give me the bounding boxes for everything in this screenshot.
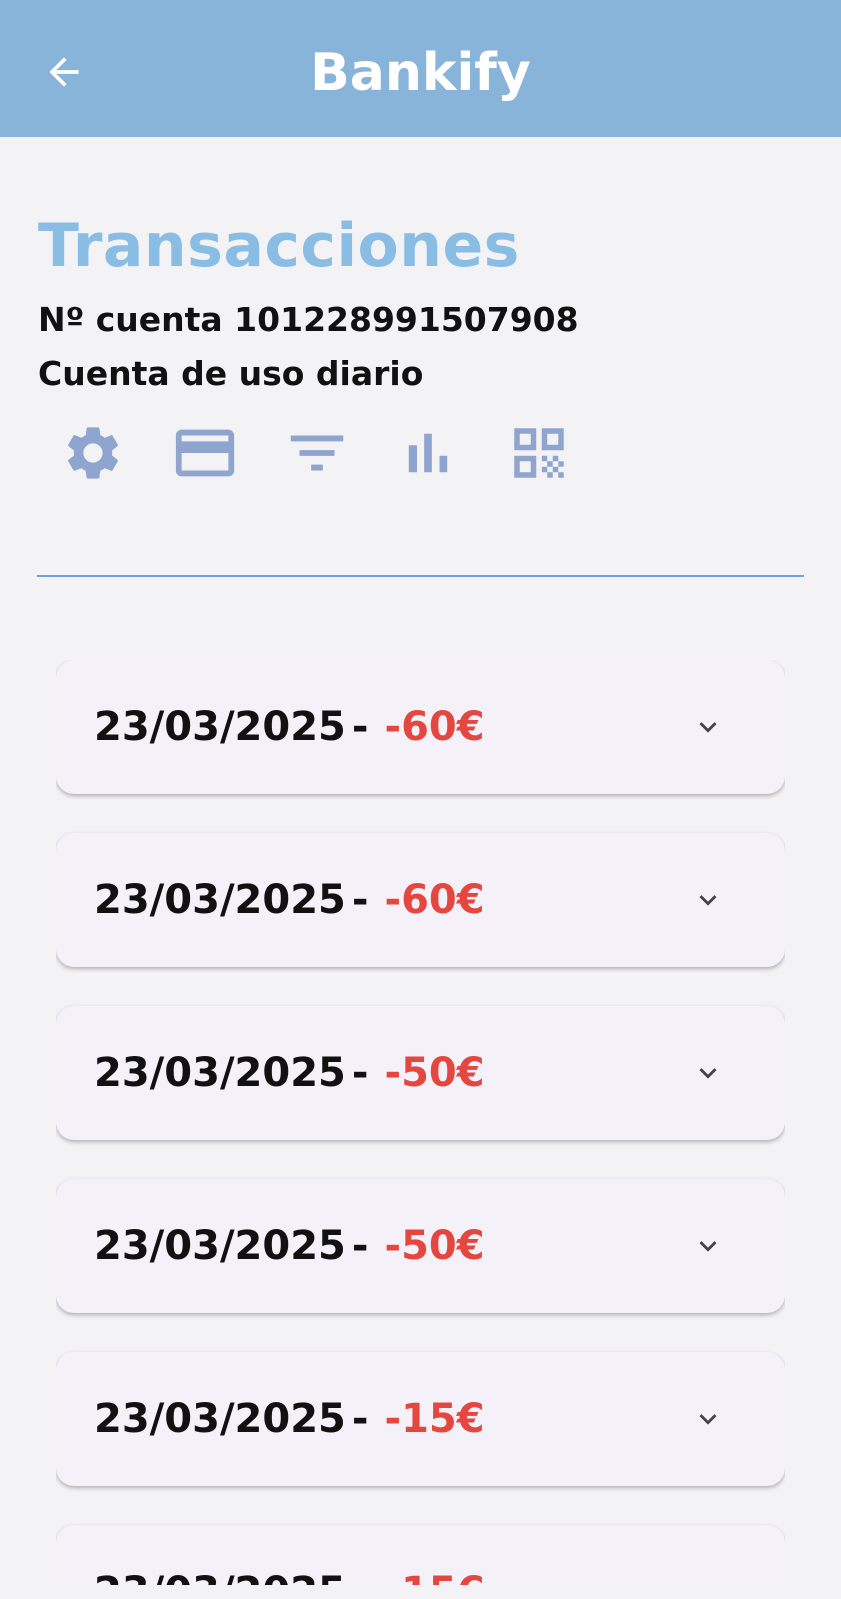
- transaction-date: 23/03/2025: [94, 704, 346, 750]
- chevron-down-icon[interactable]: [691, 1056, 725, 1090]
- qr-code-icon: [514, 428, 564, 478]
- transaction-date: 23/03/2025: [94, 1223, 346, 1269]
- app-bar: Bankify: [0, 0, 841, 137]
- transaction-amount: -50€: [384, 1223, 485, 1269]
- chevron-down-icon[interactable]: [691, 883, 725, 917]
- transaction-amount: -60€: [384, 704, 485, 750]
- transaction-card[interactable]: 23/03/2025- -50€: [56, 1006, 785, 1140]
- transaction-card[interactable]: 23/03/2025--15€: [56, 1525, 785, 1585]
- qr-button[interactable]: [504, 420, 574, 486]
- transaction-summary: 23/03/2025--15€: [94, 1567, 485, 1585]
- cards-button[interactable]: [170, 420, 240, 486]
- transaction-separator: -: [351, 1223, 369, 1269]
- transaction-date: 23/03/2025: [94, 1050, 346, 1096]
- chevron-down-icon[interactable]: [691, 1575, 725, 1585]
- settings-icon: [68, 427, 118, 479]
- transaction-date: 23/03/2025: [94, 877, 346, 923]
- stats-button[interactable]: [393, 420, 463, 486]
- page-title: Transacciones: [38, 211, 520, 281]
- transaction-date: 23/03/2025: [94, 1569, 346, 1585]
- transaction-separator: -: [351, 1050, 369, 1096]
- account-number: Nº cuenta 101228991507908: [38, 300, 579, 339]
- filter-icon: [290, 435, 344, 471]
- transaction-separator: -: [351, 1396, 369, 1442]
- filter-button[interactable]: [282, 420, 352, 486]
- transaction-list: 23/03/2025- -60€ 23/03/2025- -60€ 23/03/20…: [56, 660, 785, 1585]
- chevron-down-icon[interactable]: [691, 710, 725, 744]
- transaction-amount: -50€: [384, 1050, 485, 1096]
- transaction-date: 23/03/2025: [94, 1396, 346, 1442]
- transaction-summary: 23/03/2025- -50€: [94, 1048, 485, 1098]
- transaction-summary: 23/03/2025--15€: [94, 1394, 485, 1444]
- transaction-separator: -: [351, 704, 369, 750]
- transaction-summary: 23/03/2025- -60€: [94, 702, 485, 752]
- transaction-separator: -: [351, 877, 369, 923]
- transaction-card[interactable]: 23/03/2025- -50€: [56, 1179, 785, 1313]
- transaction-summary: 23/03/2025- -60€: [94, 875, 485, 925]
- transaction-separator: -: [352, 1569, 369, 1585]
- divider: [37, 575, 804, 577]
- bar-chart-icon: [408, 433, 448, 473]
- app-title: Bankify: [310, 43, 531, 103]
- transaction-amount: -60€: [384, 877, 485, 923]
- transaction-card[interactable]: 23/03/2025- -60€: [56, 660, 785, 794]
- credit-card-icon: [175, 429, 235, 477]
- transaction-summary: 23/03/2025- -50€: [94, 1221, 485, 1271]
- transaction-card[interactable]: 23/03/2025- -60€: [56, 833, 785, 967]
- transaction-amount: -15€: [384, 1569, 484, 1585]
- chevron-down-icon[interactable]: [691, 1402, 725, 1436]
- chevron-down-icon[interactable]: [691, 1229, 725, 1263]
- transaction-card[interactable]: 23/03/2025--15€: [56, 1352, 785, 1486]
- transaction-amount: -15€: [384, 1396, 485, 1442]
- account-type: Cuenta de uso diario: [38, 354, 424, 393]
- settings-button[interactable]: [58, 420, 128, 486]
